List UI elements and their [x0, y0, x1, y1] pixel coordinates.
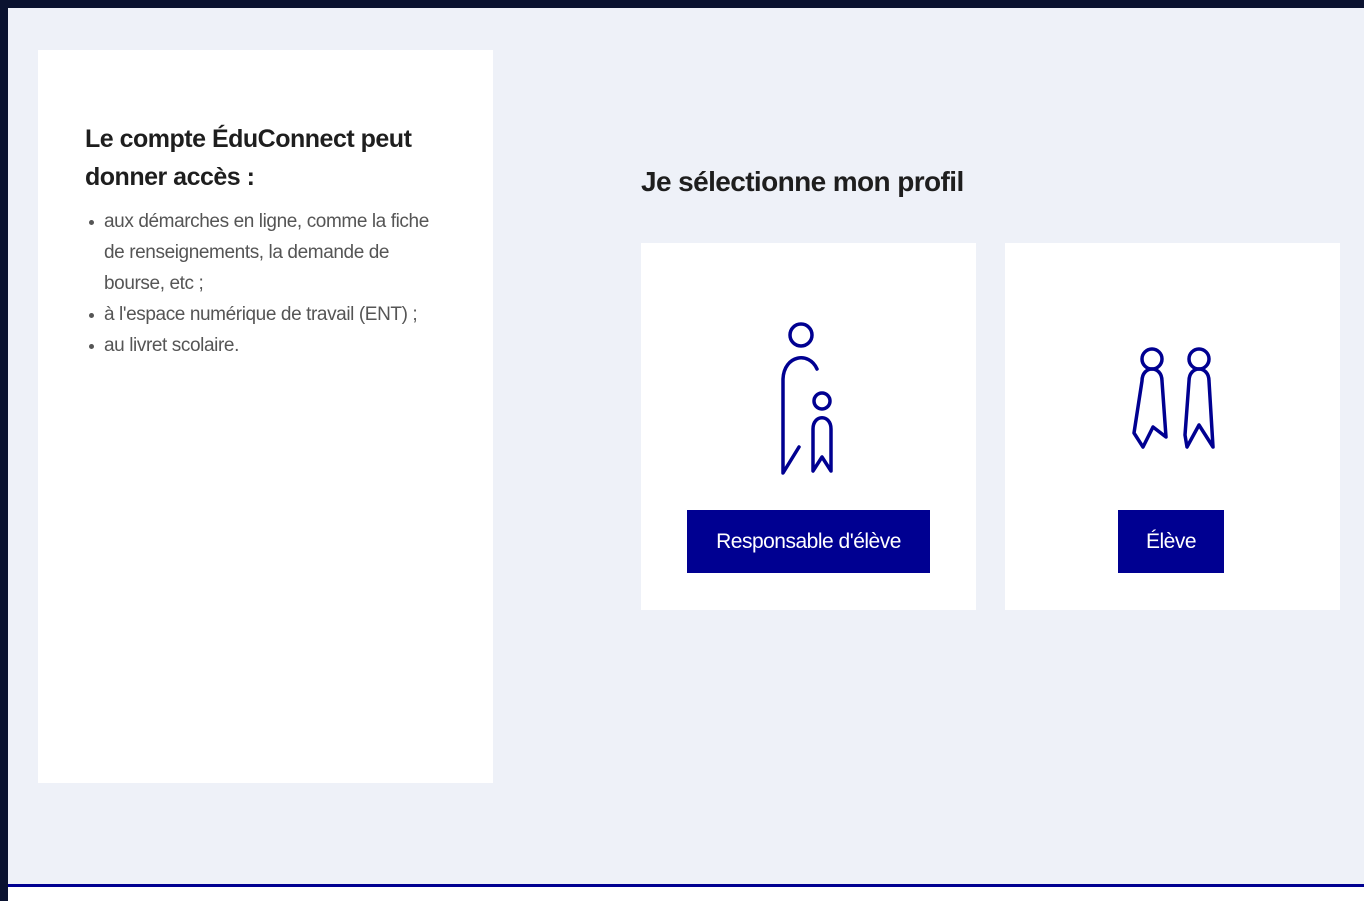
student-profile-button[interactable]: Élève [1118, 510, 1224, 573]
parent-profile-button[interactable]: Responsable d'élève [687, 510, 930, 573]
profile-card-parent[interactable]: Responsable d'élève [641, 243, 976, 610]
info-list-item: au livret scolaire. [85, 330, 445, 361]
page-frame: Le compte ÉduConnect peut donner accès :… [8, 8, 1364, 901]
info-panel: Le compte ÉduConnect peut donner accès :… [38, 50, 493, 783]
info-title: Le compte ÉduConnect peut donner accès : [85, 125, 412, 191]
info-list-item: à l'espace numérique de travail (ENT) ; [85, 299, 445, 330]
info-list: aux démarches en ligne, comme la fiche d… [85, 206, 445, 361]
profile-card-student[interactable]: Élève [1005, 243, 1340, 610]
two-students-icon [1132, 347, 1215, 449]
parent-child-icon [781, 322, 833, 475]
footer-area [8, 887, 1364, 901]
info-list-item: aux démarches en ligne, comme la fiche d… [85, 206, 445, 299]
profile-section-title: Je sélectionne mon profil [641, 166, 964, 197]
